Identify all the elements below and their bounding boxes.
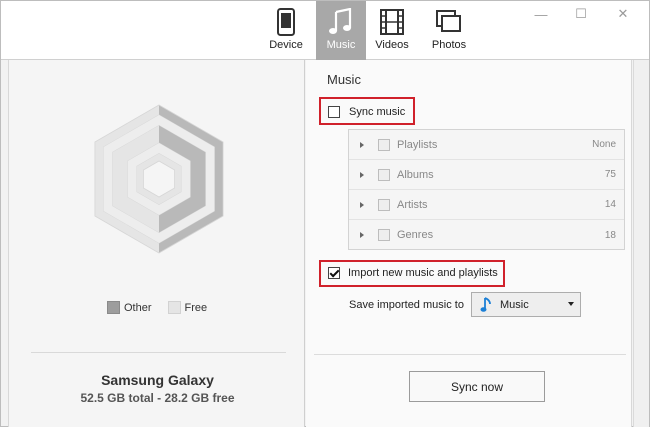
tab-photos[interactable]: Photos bbox=[422, 1, 476, 60]
category-item-artists: Artists 14 bbox=[349, 190, 624, 220]
sync-now-button[interactable]: Sync now bbox=[409, 371, 545, 402]
tab-device-label: Device bbox=[269, 39, 303, 51]
category-count: 14 bbox=[604, 199, 616, 210]
category-count: 75 bbox=[604, 169, 616, 180]
category-label: Genres bbox=[397, 229, 434, 241]
save-location-dropdown[interactable]: Music bbox=[471, 292, 581, 317]
expand-arrow-icon[interactable] bbox=[360, 201, 364, 208]
category-checkbox bbox=[378, 168, 390, 181]
maximize-button[interactable]: ☐ bbox=[569, 5, 593, 23]
expand-arrow-icon[interactable] bbox=[360, 232, 364, 238]
minimize-button[interactable]: — bbox=[529, 5, 553, 23]
storage-hexagon-chart bbox=[94, 104, 224, 254]
category-count: 18 bbox=[604, 229, 616, 241]
tab-videos-label: Videos bbox=[375, 39, 409, 51]
category-item-albums: Albums 75 bbox=[349, 160, 624, 190]
tab-videos[interactable]: Videos bbox=[367, 1, 417, 60]
legend-label-free: Free bbox=[184, 301, 208, 314]
tab-music[interactable]: Music bbox=[316, 1, 366, 60]
divider bbox=[314, 354, 626, 355]
category-item-playlists: Playlists None bbox=[349, 130, 624, 160]
chevron-down-icon bbox=[568, 302, 574, 306]
phone-icon bbox=[277, 8, 295, 36]
save-location-label: Save imported music to bbox=[349, 299, 464, 311]
sync-music-label: Sync music bbox=[349, 106, 406, 118]
device-storage-panel: Other Free Samsung Galaxy 52.5 GB total … bbox=[8, 60, 305, 427]
legend-label-other: Other bbox=[124, 301, 152, 314]
music-note-icon bbox=[480, 296, 491, 312]
category-list: Playlists None Albums 75 Artists 14 Genr… bbox=[348, 129, 625, 250]
category-checkbox bbox=[378, 138, 390, 151]
tab-device[interactable]: Device bbox=[261, 1, 311, 60]
tab-photos-label: Photos bbox=[431, 39, 467, 51]
storage-legend: Other Free bbox=[107, 301, 207, 314]
category-label: Playlists bbox=[397, 138, 438, 151]
photos-icon bbox=[436, 10, 461, 32]
category-label: Albums bbox=[397, 168, 434, 181]
music-note-icon bbox=[329, 8, 352, 34]
section-title: Music bbox=[327, 72, 361, 87]
device-storage-summary: 52.5 GB total - 28.2 GB free bbox=[80, 391, 235, 405]
close-button[interactable]: ✕ bbox=[611, 5, 635, 23]
import-new-music-label: Import new music and playlists bbox=[348, 267, 498, 279]
divider bbox=[31, 352, 286, 353]
category-count: None bbox=[592, 139, 616, 150]
category-item-genres: Genres 18 bbox=[349, 220, 624, 250]
tab-music-label: Music bbox=[326, 39, 356, 51]
sync-music-checkbox[interactable] bbox=[328, 106, 340, 118]
category-label: Artists bbox=[397, 198, 428, 211]
sync-music-option[interactable]: Sync music bbox=[328, 106, 405, 118]
expand-arrow-icon[interactable] bbox=[360, 141, 364, 148]
legend-swatch-free bbox=[167, 301, 181, 314]
import-new-music-option[interactable]: Import new music and playlists bbox=[328, 267, 498, 279]
save-location-value: Music bbox=[500, 298, 529, 311]
import-new-music-checkbox[interactable] bbox=[328, 267, 340, 279]
category-checkbox bbox=[378, 198, 390, 211]
expand-arrow-icon[interactable] bbox=[360, 171, 364, 178]
app-window: Device Music Videos Photos — ☐ ✕ Other F… bbox=[0, 0, 650, 427]
music-settings-panel: Music Sync music Playlists None Albums 7… bbox=[306, 60, 632, 427]
top-nav-bar: Device Music Videos Photos — ☐ ✕ bbox=[1, 1, 649, 60]
category-checkbox bbox=[378, 229, 390, 241]
device-name: Samsung Galaxy bbox=[101, 372, 214, 388]
film-strip-icon bbox=[380, 9, 404, 35]
legend-swatch-other bbox=[107, 301, 120, 314]
scrollbar[interactable] bbox=[633, 60, 649, 427]
